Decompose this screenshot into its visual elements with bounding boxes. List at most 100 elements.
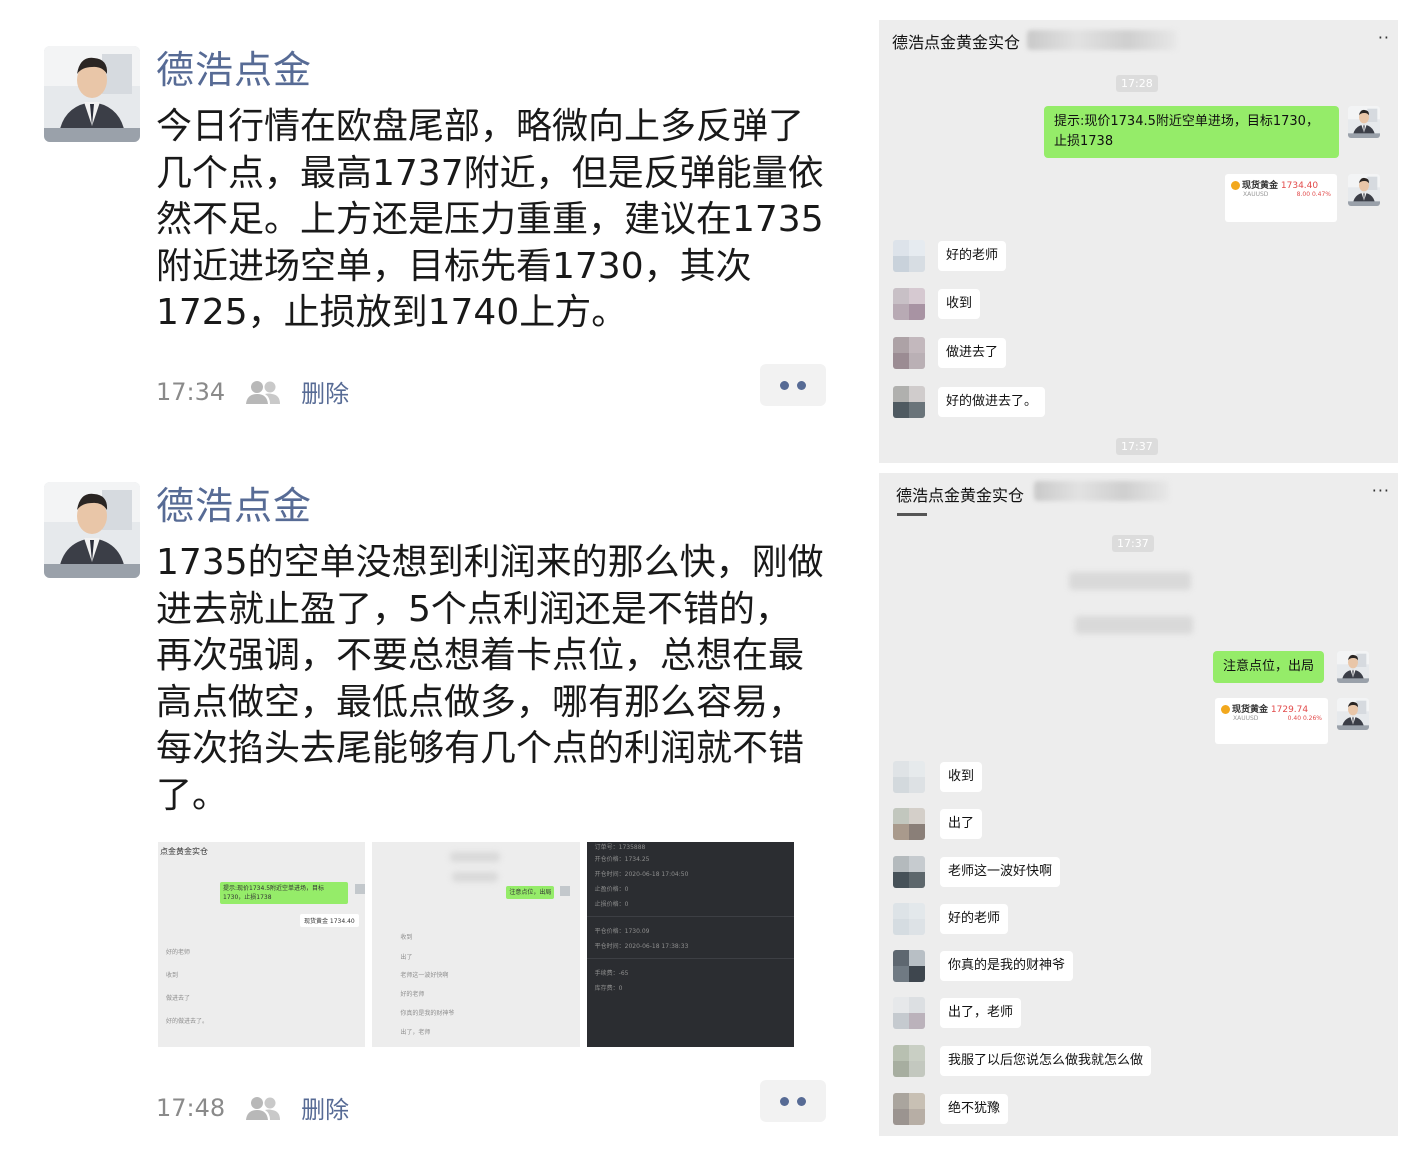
blurred-avatar[interactable]: [893, 856, 925, 888]
chat-title: 德浩点金黄金实仓: [896, 486, 1025, 505]
thumb-message: 好的老师: [166, 949, 191, 956]
thumb-message: 出了，老师: [400, 1029, 431, 1036]
message-bubble: 出了: [940, 809, 983, 839]
more-options-button[interactable]: [760, 364, 826, 406]
message-bubble: 老师这一波好快啊: [940, 857, 1061, 887]
thumb-avatar: [559, 886, 570, 896]
divider: [586, 958, 794, 959]
quote-card[interactable]: 现货黄金 1729.74 XAUUSD 0.40 0.26%: [1215, 698, 1328, 744]
author-name[interactable]: 德浩点金: [156, 482, 312, 530]
message-bubble: 做进去了: [938, 338, 1007, 368]
more-icon[interactable]: ··: [1378, 28, 1390, 47]
post-meta: 17:34 删除: [156, 374, 349, 409]
gold-icon: [1221, 705, 1230, 714]
thumb-message: 收到: [166, 972, 179, 979]
blurred-avatar[interactable]: [893, 288, 925, 320]
thumb-line: 止盈价格：0: [594, 886, 629, 893]
thumb-message: 老师这一波好快啊: [400, 972, 449, 979]
avatar[interactable]: [44, 482, 140, 578]
blurred-title: [1034, 481, 1169, 501]
blurred-avatar[interactable]: [893, 761, 925, 793]
thumb-message: 做进去了: [166, 995, 191, 1002]
blurred-content: [1069, 572, 1191, 590]
delete-link[interactable]: 删除: [301, 1090, 349, 1125]
thumb-avatar: [355, 884, 366, 894]
thumb-line: 开仓价格：1734.25: [594, 856, 650, 863]
blurred-avatar[interactable]: [893, 950, 925, 982]
post-text: 今日行情在欧盘尾部，略微向上多反弹了几个点，最高1737附近，但是反弹能量依然不…: [156, 106, 824, 333]
friends-visibility-icon: [245, 379, 281, 405]
blurred-avatar[interactable]: [893, 1045, 925, 1077]
more-icon[interactable]: ···: [1372, 481, 1390, 500]
thumb-line: 平仓价格：1730.09: [594, 928, 650, 935]
blurred-avatar[interactable]: [893, 386, 925, 418]
avatar[interactable]: [1337, 698, 1369, 730]
image-grid: 点金黄金实仓 提示:现价1734.5附近空单进场，目标1730，止损1738 现…: [158, 842, 794, 1047]
timestamp: 17:37: [1116, 438, 1158, 455]
thumb-title: 点金黄金实仓: [160, 847, 208, 856]
message-bubble-self: 提示:现价1734.5附近空单进场，目标1730，止损1738: [1044, 106, 1339, 158]
thumb-green-bubble: 注意点位，出局: [506, 886, 555, 899]
message-bubble: 收到: [940, 762, 983, 792]
quote-name: 现货黄金: [1242, 181, 1279, 191]
thumb-message: 收到: [400, 934, 413, 941]
chat-screenshot: 德浩点金黄金实仓 ·· 17:28 提示:现价1734.5附近空单进场，目标17…: [879, 20, 1398, 463]
quote-change: 0.40 0.26%: [1287, 715, 1322, 722]
thumb-message: 你真的是我的财神爷: [400, 1010, 455, 1017]
dot-icon: [780, 380, 789, 390]
image-thumbnail[interactable]: 注意点位，出局 收到 出了 老师这一波好快啊 好的老师 你真的是我的财神爷 出了…: [372, 842, 580, 1047]
quote-price: 1729.74: [1270, 705, 1309, 715]
thumb-message: 好的老师: [400, 991, 425, 998]
message-bubble-self: 注意点位，出局: [1213, 651, 1325, 683]
avatar[interactable]: [1348, 106, 1380, 138]
message-bubble: 好的做进去了。: [938, 387, 1046, 417]
partial-element: [897, 513, 927, 516]
message-bubble: 你真的是我的财神爷: [940, 951, 1074, 981]
blurred-content: [1075, 616, 1193, 634]
thumb-tip-bubble: 提示:现价1734.5附近空单进场，目标1730，止损1738: [220, 882, 348, 904]
thumb-line: 开仓时间：2020-06-18 17:04:50: [594, 871, 689, 878]
thumb-message: 出了: [400, 954, 413, 961]
post-time: 17:34: [156, 377, 226, 406]
image-thumbnail[interactable]: 订单号：1735888 开仓价格：1734.25 开仓时间：2020-06-18…: [586, 842, 794, 1047]
quote-symbol: XAUUSD: [1243, 191, 1269, 198]
quote-change: 8.00 0.47%: [1296, 191, 1331, 198]
post-time: 17:48: [156, 1093, 226, 1122]
thumb-message: 好的做进去了。: [166, 1018, 209, 1025]
thumb-line: 止损价格：0: [594, 901, 629, 908]
message-bubble: 绝不犹豫: [940, 1094, 1009, 1124]
quote-card[interactable]: 现货黄金 1734.40 XAUUSD 8.00 0.47%: [1225, 174, 1337, 222]
thumb-line: 手续费：-65: [594, 970, 629, 977]
blurred-avatar[interactable]: [893, 903, 925, 935]
blurred-avatar[interactable]: [893, 808, 925, 840]
message-bubble: 好的老师: [940, 904, 1009, 934]
divider: [586, 916, 794, 917]
friends-visibility-icon: [245, 1095, 281, 1121]
more-options-button[interactable]: [760, 1080, 826, 1122]
gold-icon: [1231, 181, 1240, 190]
delete-link[interactable]: 删除: [301, 374, 349, 409]
blurred-content: [452, 872, 499, 882]
blurred-avatar[interactable]: [893, 997, 925, 1029]
quote-price: 1734.40: [1280, 181, 1319, 191]
blurred-title: [1027, 30, 1177, 50]
blurred-avatar[interactable]: [893, 337, 925, 369]
timestamp: 17:28: [1116, 75, 1158, 92]
thumb-line: 订单号：1735888: [594, 844, 646, 851]
post-text: 1735的空单没想到利润来的那么快，刚做进去就止盈了，5个点利润还是不错的，再次…: [156, 542, 824, 816]
avatar[interactable]: [44, 46, 140, 142]
avatar[interactable]: [1337, 651, 1369, 683]
avatar[interactable]: [1348, 174, 1380, 206]
message-bubble: 收到: [938, 289, 981, 319]
author-name[interactable]: 德浩点金: [156, 46, 312, 94]
image-thumbnail[interactable]: 点金黄金实仓 提示:现价1734.5附近空单进场，目标1730，止损1738 现…: [158, 842, 366, 1047]
blurred-avatar[interactable]: [893, 1093, 925, 1125]
message-bubble: 出了，老师: [940, 998, 1022, 1028]
blurred-content: [450, 852, 501, 862]
chat-screenshot: 德浩点金黄金实仓 ··· 17:37 注意点位，出局 现货黄金 1729.74 …: [879, 473, 1398, 1136]
blurred-avatar[interactable]: [893, 240, 925, 272]
dot-icon: [797, 1096, 806, 1106]
quote-name: 现货黄金: [1232, 705, 1269, 715]
message-bubble: 我服了以后您说怎么做我就怎么做: [940, 1046, 1152, 1076]
thumb-line: 库存费：0: [594, 985, 623, 992]
